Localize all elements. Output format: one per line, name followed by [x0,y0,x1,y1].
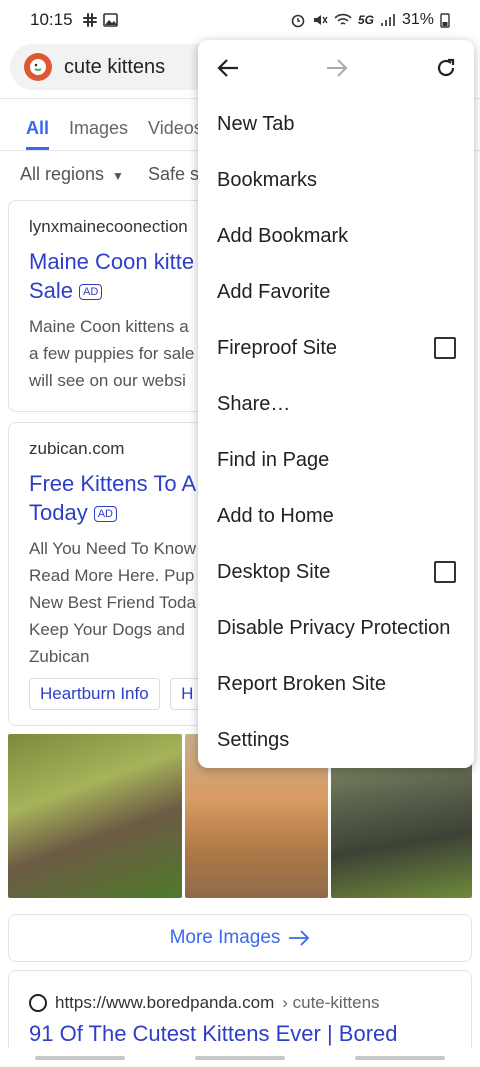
region-filter[interactable]: All regions ▼ [20,164,124,185]
menu-item-add-bookmark[interactable]: Add Bookmark [198,208,474,264]
kitten-image[interactable] [8,734,182,898]
signal-icon [380,14,395,26]
menu-item-desktop-site[interactable]: Desktop Site [198,544,474,600]
network-type: 5G [357,13,374,27]
tab-videos[interactable]: Videos [148,100,203,150]
nav-recents[interactable] [35,1055,125,1060]
desktop-site-checkbox[interactable] [434,561,456,583]
forward-arrow-icon[interactable] [325,56,349,80]
fireproof-checkbox[interactable] [434,337,456,359]
ad-badge: AD [93,506,117,523]
menu-item-report-broken-site[interactable]: Report Broken Site [198,656,474,712]
status-bar: 10:15 5G 31% [0,0,480,40]
gallery-icon [102,13,118,27]
caret-down-icon: ▼ [112,169,124,183]
slack-icon [82,13,97,27]
back-arrow-icon[interactable] [216,56,240,80]
menu-item-fireproof-site[interactable]: Fireproof Site [198,320,474,376]
browser-menu: New Tab Bookmarks Add Bookmark Add Favor… [198,40,474,768]
battery-percent: 31% [401,11,434,28]
wifi-icon [334,13,352,25]
system-nav-bar [0,1048,480,1067]
menu-item-bookmarks[interactable]: Bookmarks [198,152,474,208]
tab-images[interactable]: Images [69,100,128,150]
refresh-icon[interactable] [434,56,458,80]
alarm-icon [291,14,305,28]
menu-item-new-tab[interactable]: New Tab [198,96,474,152]
menu-nav-row [198,40,474,96]
menu-item-find-in-page[interactable]: Find in Page [198,432,474,488]
result-url-path: › cute-kittens [282,993,380,1012]
menu-item-add-favorite[interactable]: Add Favorite [198,264,474,320]
result-url: https://www.boredpanda.com [55,993,275,1012]
menu-item-add-to-home[interactable]: Add to Home [198,488,474,544]
nav-back[interactable] [355,1055,445,1060]
search-input[interactable]: cute kittens [64,56,165,79]
nav-home[interactable] [195,1055,285,1060]
mute-icon [313,15,328,25]
arrow-right-icon [289,930,310,946]
menu-item-disable-privacy-protection[interactable]: Disable Privacy Protection [198,600,474,656]
more-images-button[interactable]: More Images [8,914,472,962]
menu-item-settings[interactable]: Settings [198,712,474,768]
tab-all[interactable]: All [26,100,50,150]
battery-icon [440,13,450,28]
boredpanda-favicon-icon [29,994,47,1012]
sitelink-chip[interactable]: Heartburn Info [29,678,160,710]
result-title-link[interactable]: 91 Of The Cutest Kittens Ever | Bored [29,1021,451,1047]
menu-item-share[interactable]: Share… [198,376,474,432]
duckduckgo-logo-icon[interactable] [24,53,52,81]
ad-badge: AD [79,284,103,301]
status-time: 10:15 [30,10,73,29]
